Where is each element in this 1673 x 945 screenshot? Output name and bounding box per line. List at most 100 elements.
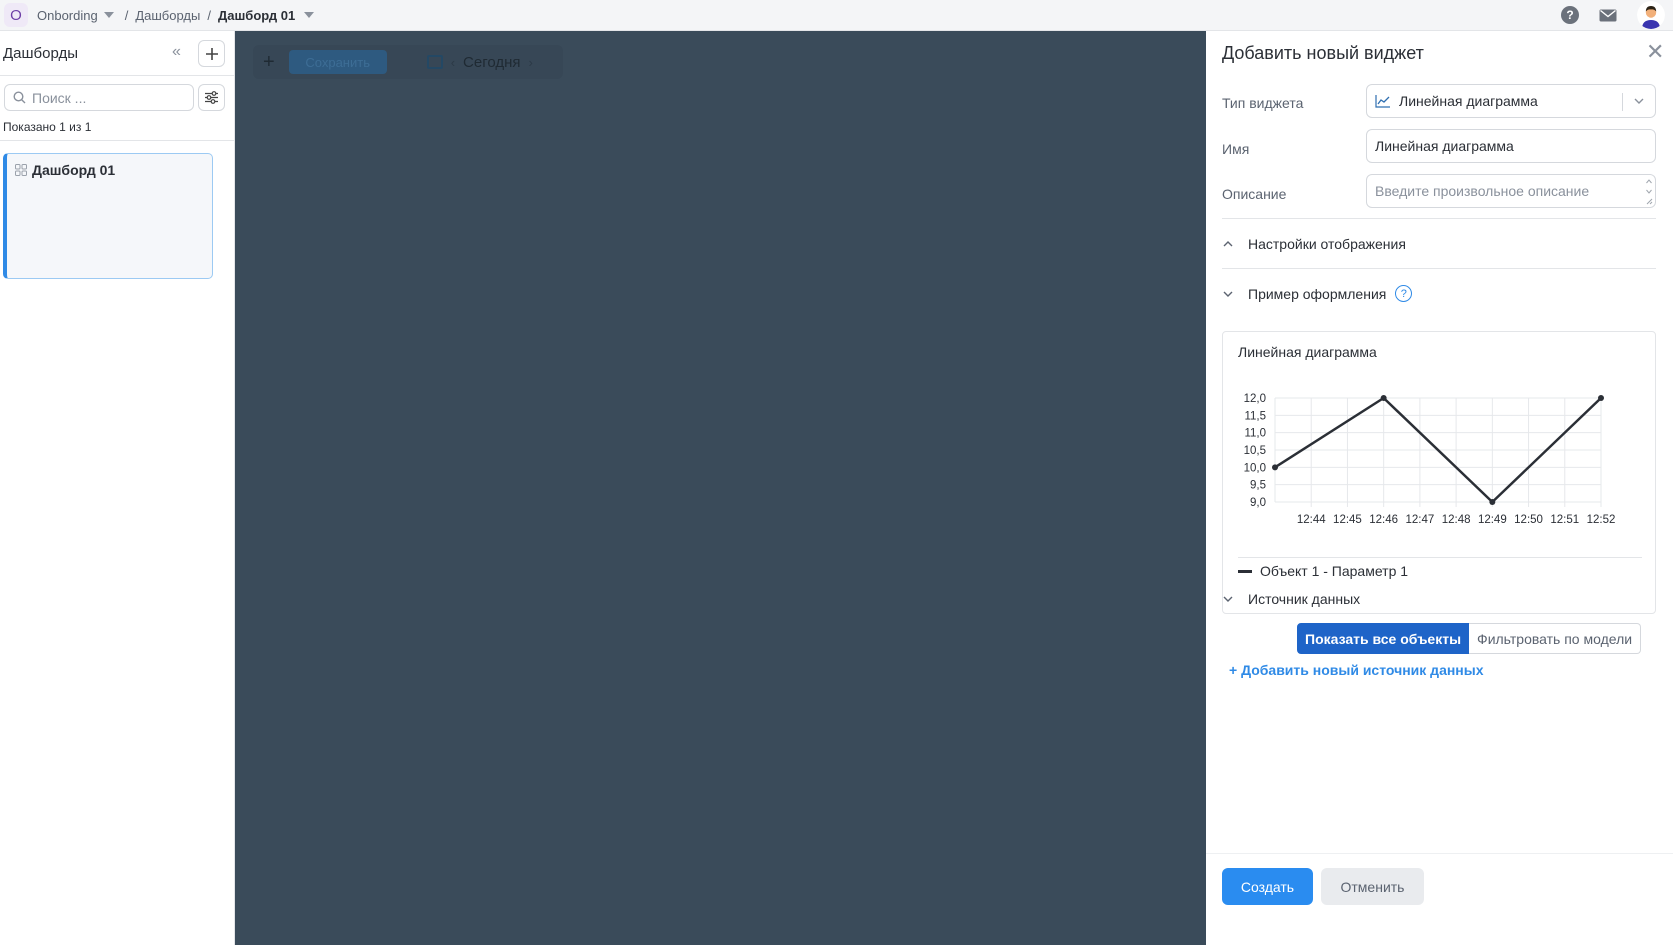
sidebar-title: Дашборды [3,45,78,62]
data-point [1489,499,1496,505]
search-icon [13,91,26,104]
today-label: Сегодня [463,53,521,71]
description-textarea[interactable]: Введите произвольное описание [1366,174,1656,208]
chevron-left-icon: ‹ [450,54,456,70]
x-tick-label: 12:48 [1442,514,1471,526]
widget-type-value: Линейная диаграмма [1399,93,1538,109]
y-tick-label: 11,5 [1244,410,1266,422]
dashboards-sidebar: Дашборды « Показано 1 из 1 [0,31,235,945]
top-right-actions: ? [1561,0,1673,30]
divider [0,140,235,141]
workspace-badge[interactable]: O [4,3,28,27]
chevron-right-icon: › [528,54,533,70]
breadcrumb-separator: / [124,7,129,23]
breadcrumb-separator: / [207,7,211,23]
shown-count: 1 из 1 [59,120,92,134]
breadcrumb-current[interactable]: Дашборд 01 [218,8,295,23]
chevron-down-icon [1223,291,1233,297]
search-box[interactable] [4,84,194,111]
show-all-objects-button[interactable]: Показать все объекты [1297,623,1470,654]
display-settings-section[interactable]: Настройки отображения [1222,236,1406,252]
x-tick-label: 12:52 [1587,514,1616,526]
mail-icon[interactable] [1599,9,1617,22]
display-settings-title: Настройки отображения [1248,236,1406,252]
chevron-down-icon [1223,596,1233,602]
calendar-icon [426,55,443,69]
x-tick-label: 12:44 [1297,514,1326,526]
filter-by-model-button[interactable]: Фильтровать по модели [1469,623,1642,654]
x-tick-label: 12:46 [1369,514,1398,526]
line-chart-icon [1375,95,1390,108]
widget-type-select[interactable]: Линейная диаграмма [1366,84,1656,118]
y-tick-label: 11,0 [1244,428,1266,440]
line-chart: 9,0 9,5 10,0 10,5 11,0 11,5 12,0 12:44 12:45 12:4… [1244,393,1616,526]
x-tick-label: 12:47 [1405,514,1434,526]
resize-handle-icon[interactable] [1645,177,1653,206]
data-source-section[interactable]: Источник данных [1222,591,1360,607]
search-input[interactable] [32,89,182,106]
chevron-down-icon[interactable] [304,12,315,18]
panel-footer: Создать Отменить [1206,853,1673,945]
dashboard-card-header: Дашборд 01 [15,162,204,178]
divider [1222,218,1656,219]
data-source-title: Источник данных [1248,591,1361,607]
panel-title: Добавить новый виджет [1222,43,1424,63]
shown-count-text: Показано 1 из 1 [3,120,91,134]
y-tick-label: 9,0 [1250,497,1266,509]
top-bar: O Onbording / Дашборды / Дашборд 01 ? [0,0,1673,31]
plus-icon: + [263,50,275,73]
dashboard-toolbar: + Сохранить ‹ Сегодня › [253,45,563,79]
filter-button[interactable] [198,84,225,111]
name-label: Имя [1222,141,1250,157]
y-tick-label: 12,0 [1244,393,1266,405]
source-mode-toggle: Показать все объекты Фильтровать по моде… [1297,623,1642,654]
legend-label: Объект 1 - Параметр 1 [1260,563,1409,579]
data-point [1380,395,1387,401]
close-icon[interactable]: ✕ [1646,41,1664,63]
shown-prefix: Показано [3,120,60,134]
divider [1238,557,1642,558]
add-data-source-link[interactable]: + Добавить новый источник данных [1229,662,1484,678]
data-point [1272,464,1278,471]
breadcrumb: Onbording / Дашборды / Дашборд 01 [37,7,315,23]
chevron-down-icon [1634,98,1644,104]
cancel-button[interactable]: Отменить [1321,868,1424,905]
plus-icon [205,47,218,60]
x-tick-label: 12:45 [1333,514,1362,526]
add-dashboard-button[interactable] [198,40,225,67]
x-tick-label: 12:50 [1514,514,1543,526]
dashboard-card-label: Дашборд 01 [32,162,116,178]
chart-preview: Линейная диаграмма 9,0 9,5 10,0 10,5 11,0 11,… [1222,331,1656,614]
name-input[interactable]: Линейная диаграмма [1366,129,1656,163]
modal-overlay[interactable]: + Сохранить ‹ Сегодня › [235,31,1206,945]
avatar[interactable] [1637,1,1665,29]
divider [0,75,235,76]
help-icon[interactable]: ? [1561,6,1579,24]
breadcrumb-dashboards[interactable]: Дашборды [135,8,200,23]
collapse-icon[interactable]: « [172,43,181,61]
description-label: Описание [1222,186,1287,202]
save-button: Сохранить [288,50,387,74]
divider [1622,93,1623,111]
name-input-value: Линейная диаграмма [1375,138,1514,154]
description-placeholder: Введите произвольное описание [1375,183,1590,199]
chart-legend: Объект 1 - Параметр 1 [1238,563,1408,579]
add-widget-panel: Добавить новый виджет ✕ Тип виджета Лине… [1206,31,1673,945]
help-circle-icon[interactable]: ? [1395,285,1413,302]
chevron-down-icon[interactable] [103,12,114,18]
preview-section-title: Пример оформления [1248,285,1387,302]
x-tick-label: 12:51 [1550,514,1579,526]
dashboard-grid-icon [15,164,27,176]
y-tick-label: 9,5 [1250,480,1266,492]
preview-section[interactable]: Пример оформления ? [1222,285,1413,302]
divider [1222,268,1656,269]
breadcrumb-workspace[interactable]: Onbording [37,8,98,23]
create-button[interactable]: Создать [1222,868,1313,905]
data-point [1598,395,1604,401]
dashboard-card[interactable]: Дашборд 01 [3,153,213,279]
y-tick-label: 10,0 [1244,462,1266,474]
widget-type-label: Тип виджета [1222,95,1304,111]
legend-swatch [1238,569,1252,573]
y-tick-label: 10,5 [1244,445,1266,457]
x-tick-label: 12:49 [1478,514,1507,526]
